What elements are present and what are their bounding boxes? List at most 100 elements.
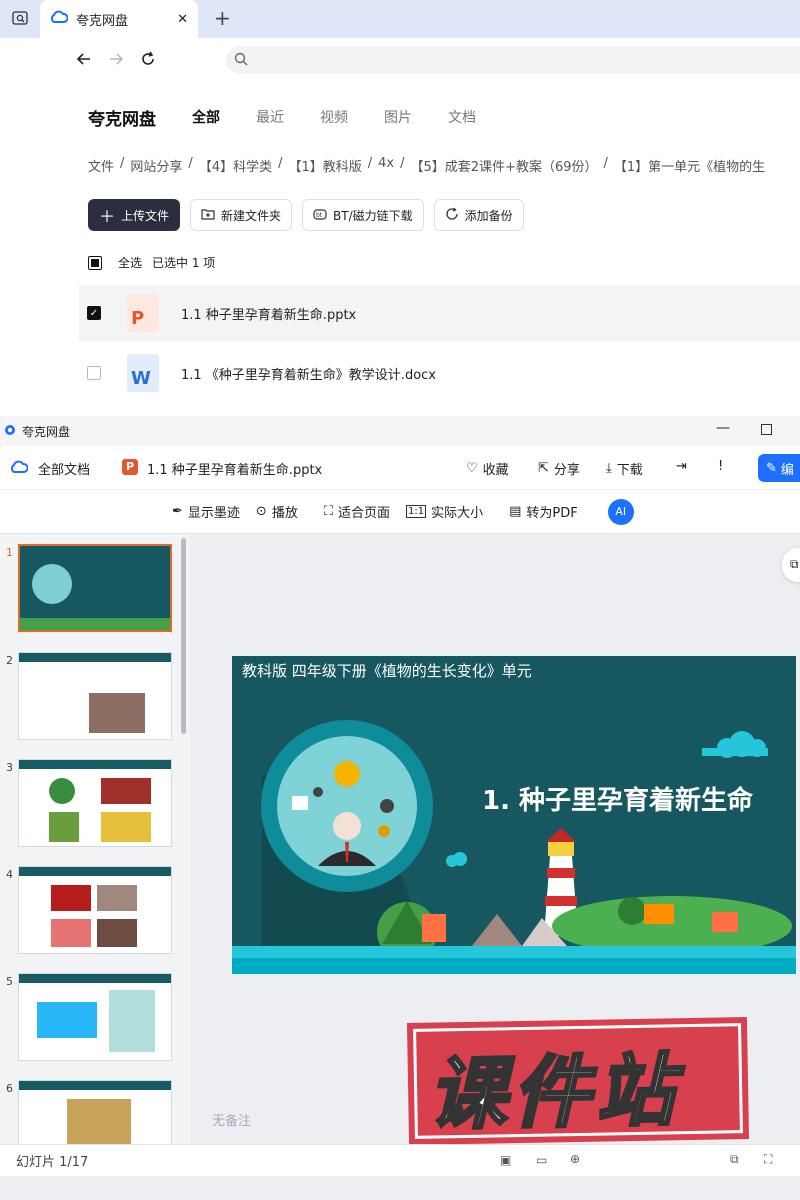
backup-label: 添加备份 [464,208,513,223]
address-bar[interactable] [226,46,800,74]
slide-thumb-3[interactable] [18,759,172,847]
download-label: 下载 [616,463,643,478]
add-backup-button[interactable]: 添加备份 [433,199,524,231]
pdf-icon: ▤ [509,504,522,519]
new-folder-button[interactable]: 新建文件夹 [190,199,293,231]
breadcrumb-sep: / [278,156,283,171]
file-checkbox[interactable] [87,366,101,380]
breadcrumb-item[interactable]: 文件 [88,156,114,175]
ink-label: 显示墨迹 [187,506,240,521]
tab-quark-drive[interactable]: 夸克网盘 ✕ [40,0,198,38]
pencil-icon: ✎ [766,460,777,476]
file-row[interactable]: W 1.1 《种子里孕育着新生命》教学设计.docx [79,345,800,401]
select-all-checkbox[interactable] [88,255,102,270]
copy-icon: ⧉ [790,557,799,571]
download-button[interactable]: ⤓ 下载 [606,459,643,478]
nav-doc[interactable]: 文档 [448,107,476,127]
fullscreen-icon[interactable]: ⛶ [764,1152,772,1167]
show-ink-button[interactable]: ✒ 显示墨迹 [172,502,240,521]
fit-window-icon[interactable]: ⧉ [730,1152,739,1167]
file-name[interactable]: 1.1 《种子里孕育着新生命》教学设计.docx [181,364,436,383]
plus-icon: ＋ [99,207,116,226]
breadcrumb-item[interactable]: 【1】教科版 [288,156,361,175]
notes-toggle-icon[interactable]: ▣ [500,1153,511,1167]
breadcrumb-item[interactable]: 网站分享 [130,156,182,175]
watermark-text: 课件站 [426,1045,683,1142]
forward-icon[interactable] [108,51,124,71]
viewer-window-title: 夸克网盘 [22,424,71,439]
ai-assistant-icon[interactable]: AI [607,498,634,525]
slide-thumb-4[interactable] [18,866,172,954]
file-name[interactable]: 1.1 种子里孕育着新生命.pptx [181,304,356,323]
breadcrumb-item[interactable]: 4x [378,156,394,175]
notes-placeholder: 无备注 [212,1114,252,1129]
globe-icon[interactable]: ⊕ [570,1152,580,1166]
share-button[interactable]: ⇱ 分享 [538,459,580,478]
fit-label: 适合页面 [337,506,390,521]
selected-count: 已选中 1 项 [152,256,216,270]
breadcrumb-sep: / [367,156,373,171]
tab-title: 夸克网盘 [76,13,129,29]
pptx-small-icon: P [122,459,138,475]
nav-recent[interactable]: 最近 [256,107,284,127]
slide-thumb-2[interactable] [18,652,172,740]
thumb-number: 1 [6,546,13,559]
all-docs-link[interactable]: 全部文档 [38,459,90,478]
viewer-toolbar: 全部文档 P 1.1 种子里孕育着新生命.pptx ♡ 收藏 ⇱ 分享 ⤓ 下载… [0,446,800,490]
edit-button[interactable]: ✎ 编 [758,454,800,482]
minimize-icon[interactable]: — [716,420,730,436]
app-logo-icon [4,424,16,439]
thumbnail-scrollbar[interactable] [181,538,186,734]
play-button[interactable]: ⊙ 播放 [256,502,298,521]
favorite-button[interactable]: ♡ 收藏 [466,459,509,478]
breadcrumb-sep: / [120,156,125,171]
drive-brand: 夸克网盘 [88,109,156,130]
pdf-label: 转为PDF [526,506,578,521]
nav-image[interactable]: 图片 [384,107,412,127]
pptx-letter: P [131,308,145,329]
cloud-icon [10,460,29,478]
nav-video[interactable]: 视频 [320,107,348,127]
file-row[interactable]: ✓ P 1.1 种子里孕育着新生命.pptx [79,285,800,341]
breadcrumb-item[interactable]: 【5】成套2课件+教案（69份） [411,156,598,175]
to-pdf-button[interactable]: ▤ 转为PDF [509,502,578,521]
feedback-icon[interactable]: ! [718,459,723,474]
ink-icon: ✒ [172,504,183,519]
close-tab-icon[interactable]: ✕ [177,12,188,27]
thumb-number: 5 [6,975,13,988]
back-icon[interactable] [76,51,92,71]
fit-icon: ⛶ [323,504,333,519]
file-checkbox[interactable]: ✓ [87,306,101,320]
thumbnail-panel: 1 2 3 4 5 6 [0,534,190,1144]
upload-button[interactable]: ＋ 上传文件 [88,199,181,231]
tab-bar: 夸克网盘 ✕ + [0,0,800,38]
slide-thumb-5[interactable] [18,973,172,1061]
reload-icon[interactable] [140,51,156,71]
viewer-title-bar: 夸克网盘 — [0,416,800,446]
slide-thumb-1[interactable] [18,544,172,632]
breadcrumb-item[interactable]: 【1】第一单元《植物的生 [614,156,765,175]
tab-search-icon[interactable] [12,10,28,30]
new-tab-button[interactable]: + [214,6,231,30]
thumb-number: 6 [6,1082,13,1095]
actual-size-button[interactable]: 1:1 实际大小 [405,502,483,521]
play-label: 播放 [271,506,298,521]
nav-all[interactable]: 全部 [192,107,220,127]
fit-page-button[interactable]: ⛶ 适合页面 [324,502,390,521]
heart-icon: ♡ [466,461,478,476]
select-all-label[interactable]: 全选 [118,254,142,271]
slide-thumb-6[interactable] [18,1080,172,1144]
breadcrumb-sep: / [188,156,193,171]
magnet-icon: bt [313,208,327,223]
download-icon: ⤓ [606,461,612,476]
bt-label: BT/磁力链下载 [333,208,413,223]
view-mode-icon[interactable]: ▭ [536,1153,547,1167]
pptx-icon: P [127,294,159,332]
bt-download-button[interactable]: bt BT/磁力链下载 [302,199,424,231]
share-icon: ⇱ [538,461,549,476]
maximize-icon[interactable] [761,424,772,435]
breadcrumb-item[interactable]: 【4】科学类 [199,156,272,175]
save-to-drive-icon[interactable]: ⇥ [676,459,687,474]
svg-text:bt: bt [316,212,323,219]
breadcrumb-sep: / [603,156,608,171]
